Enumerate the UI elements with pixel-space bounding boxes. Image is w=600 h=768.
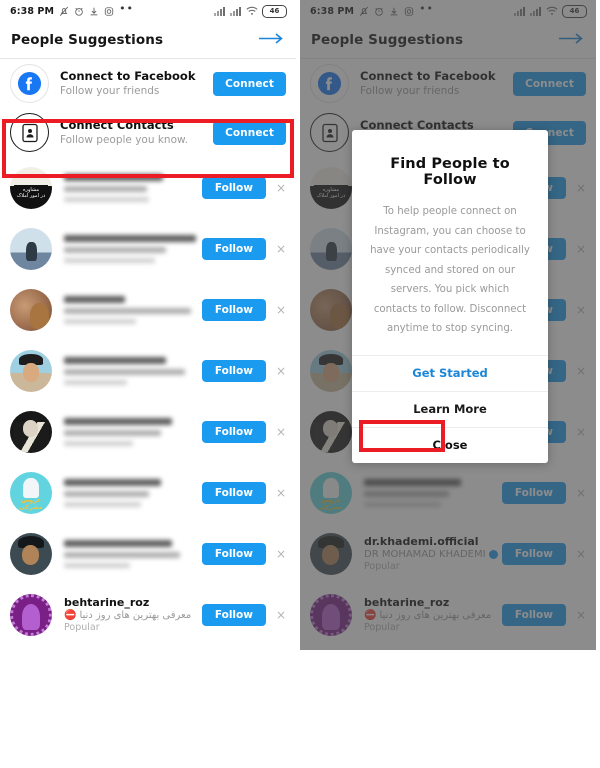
follow-button[interactable]: Follow [201, 176, 266, 199]
connect-contacts-row[interactable]: Connect Contacts Follow people you know.… [0, 108, 296, 157]
follow-button[interactable]: Follow [201, 359, 266, 382]
username: behtarine_roz [64, 595, 150, 609]
facebook-icon [10, 64, 49, 103]
dismiss-icon[interactable]: × [276, 243, 286, 255]
suggestion-row[interactable]: behtarine_roz⛔معرفی بهترین های روز دنیاP… [0, 584, 296, 645]
connect-contacts-subtitle: Follow people you know. [60, 134, 188, 146]
app-header: People Suggestions [0, 22, 296, 58]
dismiss-icon[interactable]: × [276, 304, 286, 316]
dismiss-icon[interactable]: × [276, 548, 286, 560]
page-title: People Suggestions [11, 32, 164, 48]
dismiss-icon[interactable]: × [276, 182, 286, 194]
follow-button[interactable]: Follow [201, 481, 266, 504]
modal-body: Find People to Follow To help people con… [352, 130, 548, 355]
connect-facebook-title: Connect to Facebook [60, 69, 196, 83]
status-time: 6:38 PM [10, 5, 55, 17]
modal-title: Find People to Follow [390, 156, 510, 188]
arrow-right-icon[interactable] [258, 31, 284, 50]
suggestion-list: مشاورهدر امور املاک Follow × Follow × Follow ×… [0, 157, 296, 645]
avatar [10, 410, 52, 453]
dismiss-icon[interactable]: × [276, 487, 286, 499]
follow-button[interactable]: Follow [201, 298, 266, 321]
dismiss-icon[interactable]: × [276, 609, 286, 621]
connect-contacts-title: Connect Contacts [60, 118, 174, 132]
follow-button[interactable]: Follow [201, 603, 266, 626]
blurred-user-info [64, 356, 202, 385]
get-started-button[interactable]: Get Started [352, 354, 548, 391]
learn-more-button[interactable]: Learn More [352, 390, 548, 427]
fullname: ⛔معرفی بهترین های روز دنیا [64, 609, 192, 621]
suggestion-row[interactable]: Follow × [0, 340, 296, 401]
blurred-user-info [64, 478, 202, 507]
screenshot-stage: 6:38 PM •• 46 People Suggestions Connect… [0, 0, 600, 768]
more-dots-icon: •• [119, 2, 135, 15]
phone-screen-right: 6:38 PM •• 46 People Suggestions [300, 0, 596, 650]
status-bar: 6:38 PM •• 46 [0, 0, 296, 22]
follow-button[interactable]: Follow [201, 420, 266, 443]
modal-description: To help people connect on Instagram, you… [370, 206, 530, 334]
wifi-icon [246, 6, 258, 15]
avatar: مشاورهدر امور املاک [10, 166, 52, 209]
suggestion-row[interactable]: مشاورهدر امور املاک Follow × [0, 157, 296, 218]
connect-contacts-button[interactable]: Connect [213, 120, 286, 145]
avatar [10, 593, 52, 636]
blurred-user-info [64, 417, 202, 446]
signal-bars-icon [214, 7, 225, 16]
connect-facebook-texts: Connect to Facebook Follow your friends [60, 69, 213, 98]
contact-card-icon [10, 113, 49, 152]
phone-screen-left: 6:38 PM •• 46 People Suggestions Connect… [0, 0, 296, 650]
blurred-user-info [64, 295, 202, 324]
status-bar-left: 6:38 PM •• [10, 0, 134, 22]
connect-contacts-texts: Connect Contacts Follow people you know. [60, 118, 213, 147]
suggestion-row[interactable]: Follow × [0, 279, 296, 340]
blurred-user-info [64, 173, 202, 202]
dismiss-icon[interactable]: × [276, 365, 286, 377]
status-bar-right: 46 [214, 0, 287, 22]
connect-facebook-row[interactable]: Connect to Facebook Follow your friends … [0, 59, 296, 108]
suggestion-row[interactable]: Follow × [0, 218, 296, 279]
battery-icon: 46 [262, 4, 287, 18]
suggestion-row[interactable]: Follow × [0, 523, 296, 584]
signal-bars-icon [230, 7, 241, 16]
user-info: behtarine_roz⛔معرفی بهترین های روز دنیاP… [64, 596, 202, 634]
avatar [10, 349, 52, 392]
find-people-modal: Find People to Follow To help people con… [352, 130, 548, 463]
avatar: عروسمشرکی [10, 471, 52, 514]
blurred-user-info [64, 234, 202, 263]
bell-muted-icon [59, 6, 69, 16]
follow-button[interactable]: Follow [201, 542, 266, 565]
connect-facebook-subtitle: Follow your friends [60, 85, 160, 97]
avatar [10, 227, 52, 270]
instagram-icon [104, 6, 114, 16]
follow-button[interactable]: Follow [201, 237, 266, 260]
download-icon [90, 7, 98, 15]
dismiss-icon[interactable]: × [276, 426, 286, 438]
suggestion-row[interactable]: عروسمشرکی Follow × [0, 462, 296, 523]
alarm-clock-icon [75, 7, 83, 16]
close-button[interactable]: Close [352, 426, 548, 463]
avatar [10, 288, 52, 331]
avatar [10, 532, 52, 575]
user-meta: Popular [64, 621, 100, 633]
suggestion-row[interactable]: Follow × [0, 401, 296, 462]
connect-facebook-button[interactable]: Connect [213, 71, 286, 96]
blurred-user-info [64, 539, 202, 568]
